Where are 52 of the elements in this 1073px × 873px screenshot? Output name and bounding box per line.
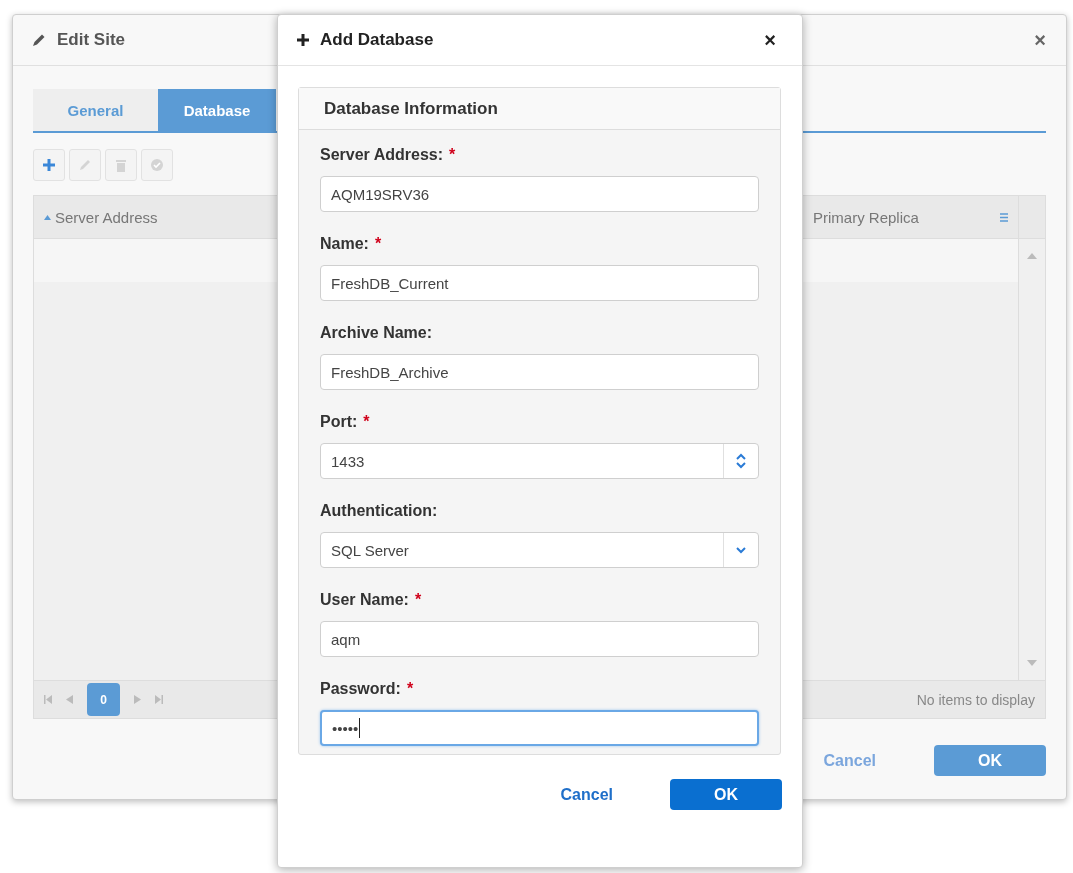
- required-mark: *: [363, 413, 370, 431]
- field-label: Authentication:: [320, 502, 438, 520]
- field-value: 1433: [331, 452, 365, 470]
- close-button[interactable]: ×: [764, 28, 776, 52]
- column-menu-icon[interactable]: [1000, 212, 1008, 222]
- dropdown-field[interactable]: SQL Server: [320, 532, 759, 568]
- field-value: FreshDB_Current: [331, 274, 449, 292]
- input-field[interactable]: aqm: [320, 621, 759, 657]
- field-label: Port:: [320, 413, 358, 431]
- field-value: aqm: [331, 630, 361, 648]
- cancel-link[interactable]: Cancel: [560, 785, 613, 804]
- number-field[interactable]: 1433: [320, 443, 759, 479]
- required-mark: *: [414, 591, 422, 609]
- close-button[interactable]: ×: [1034, 28, 1046, 52]
- previous-page-icon[interactable]: [66, 695, 73, 704]
- field-label: User Name:: [320, 591, 409, 609]
- field-label: Server Address:: [320, 146, 444, 164]
- input-field[interactable]: FreshDB_Current: [320, 265, 759, 301]
- field-value: •••••: [332, 719, 359, 737]
- field-value: AQM19SRV36: [331, 185, 430, 203]
- first-page-icon[interactable]: [44, 695, 52, 704]
- required-mark: *: [406, 680, 414, 698]
- scroll-down-icon[interactable]: [1027, 660, 1037, 666]
- password-field[interactable]: •••••: [320, 710, 759, 746]
- ok-button[interactable]: OK: [670, 779, 782, 810]
- field-label: Password:: [320, 680, 401, 698]
- pencil-icon: [31, 32, 47, 48]
- field-value: FreshDB_Archive: [331, 363, 449, 381]
- chevron-down-icon[interactable]: [735, 546, 747, 554]
- last-page-icon[interactable]: [155, 695, 163, 704]
- spinner-icon[interactable]: [735, 452, 747, 470]
- scroll-up-icon[interactable]: [1027, 253, 1037, 259]
- plus-icon: [296, 33, 310, 47]
- pencil-icon: [78, 158, 92, 172]
- input-field[interactable]: AQM19SRV36: [320, 176, 759, 212]
- column-header: Primary Replica: [813, 208, 919, 226]
- check-circle-icon: [150, 158, 164, 172]
- field-value: SQL Server: [331, 541, 409, 559]
- section-header: Database Information: [299, 88, 780, 130]
- field-label: Archive Name:: [320, 324, 433, 342]
- field-label: Name:: [320, 235, 369, 253]
- column-header: Server Address: [55, 208, 158, 226]
- input-field[interactable]: FreshDB_Archive: [320, 354, 759, 390]
- toolbar-button[interactable]: [33, 149, 65, 181]
- plus-icon: [42, 158, 56, 172]
- pager-status: No items to display: [916, 691, 1035, 708]
- required-mark: *: [374, 235, 382, 253]
- dialog-title: Add Database: [320, 30, 434, 50]
- window-title: Edit Site: [57, 30, 125, 50]
- trash-icon: [115, 158, 127, 172]
- required-mark: *: [449, 146, 456, 164]
- next-page-icon[interactable]: [134, 695, 141, 704]
